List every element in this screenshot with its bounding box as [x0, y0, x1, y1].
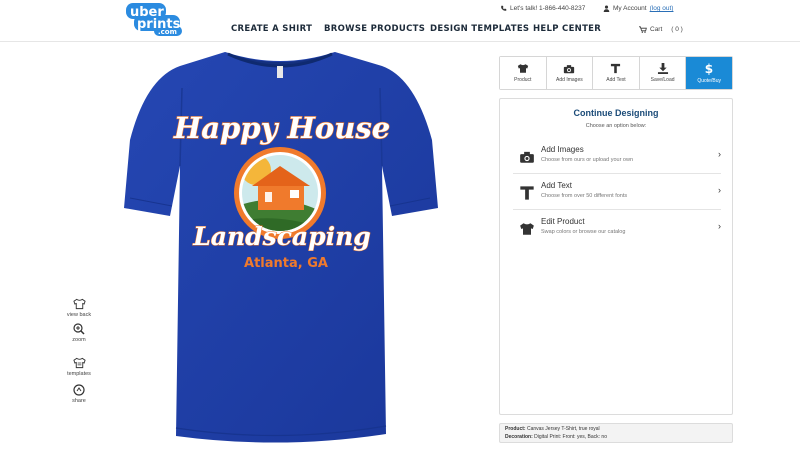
user-icon: [603, 5, 610, 12]
tool-add-text-label: Add Text: [606, 77, 626, 83]
cart-label: Cart: [650, 26, 663, 33]
tshirt-icon: [520, 223, 534, 235]
nav-browse-products[interactable]: BROWSE PRODUCTS: [324, 24, 425, 34]
tool-save-load-label: Save/Load: [650, 77, 675, 83]
view-back-label: view back: [66, 312, 92, 318]
dollar-icon: $: [705, 62, 713, 75]
tool-add-images-label: Add Images: [556, 76, 583, 83]
option-edit-product[interactable]: Edit Product Swap colors or browse our c…: [513, 211, 721, 246]
decoration-value: Digital Print: Front: yes, Back: no: [534, 433, 607, 440]
camera-icon: [520, 151, 534, 163]
design-line-1: Happy House: [173, 111, 390, 145]
product-info-box: Product: Canvas Jersey T-Shirt, true roy…: [499, 423, 733, 443]
phone-icon: [501, 5, 507, 11]
option-add-images[interactable]: Add Images Choose from ours or upload yo…: [513, 139, 721, 174]
templates-button[interactable]: templates: [60, 357, 98, 377]
option-edit-product-desc: Swap colors or browse our catalog: [541, 229, 626, 235]
tshirt-icon: [517, 64, 528, 73]
design-line-2: Landscaping: [192, 222, 371, 251]
continue-designing-panel: Continue Designing Choose an option belo…: [499, 98, 733, 415]
share-button[interactable]: share: [60, 384, 98, 404]
tool-save-load[interactable]: Save/Load: [639, 57, 687, 89]
phone-text: Let's talk! 1-866-440-8237: [510, 5, 586, 12]
view-back-button[interactable]: view back: [60, 298, 98, 318]
panel-title: Continue Designing: [573, 108, 659, 118]
tool-product-label: Product: [514, 77, 532, 83]
tool-add-images[interactable]: Add Images: [546, 57, 594, 89]
share-label: share: [72, 398, 86, 404]
cart-button[interactable]: Cart ( 0 ): [639, 26, 683, 33]
zoom-icon: [73, 323, 85, 335]
product-label: Product:: [505, 426, 526, 432]
decoration-line: Decoration: Digital Print: Front: yes, B…: [505, 434, 727, 442]
templates-icon: [72, 357, 86, 369]
cart-icon: [639, 26, 647, 33]
my-account-link[interactable]: My Account: [613, 5, 647, 12]
nav-design-templates[interactable]: DESIGN TEMPLATES: [430, 24, 529, 34]
text-icon: [611, 63, 621, 74]
chevron-right-icon: ›: [718, 185, 721, 195]
svg-text:.com: .com: [158, 28, 177, 36]
product-value: Canvas Jersey T-Shirt, true royal: [526, 426, 600, 432]
zoom-label: zoom: [72, 337, 86, 343]
tool-quote-buy[interactable]: $ Quote/Buy: [686, 57, 732, 89]
uberprints-logo[interactable]: uber prints .com: [124, 2, 186, 36]
chevron-right-icon: ›: [718, 221, 721, 231]
divider: [513, 173, 721, 174]
option-add-text[interactable]: Add Text Choose from over 50 different f…: [513, 175, 721, 210]
nav-help-center[interactable]: HELP CENTER: [533, 24, 601, 34]
chevron-right-icon: ›: [718, 149, 721, 159]
design-line-3: Atlanta, GA: [244, 256, 328, 271]
account-area: My Account (log out): [603, 5, 673, 12]
option-add-text-title: Add Text: [541, 181, 572, 190]
divider: [513, 209, 721, 210]
top-header: uber prints .com CREATE A SHIRT BROWSE P…: [0, 0, 800, 42]
cart-count: ( 0 ): [671, 26, 683, 33]
text-icon: [520, 186, 534, 200]
option-add-text-desc: Choose from over 50 different fonts: [541, 193, 628, 199]
phone-contact: Let's talk! 1-866-440-8237: [500, 5, 585, 12]
decoration-label: Decoration:: [505, 433, 533, 440]
svg-text:$: $: [705, 62, 713, 75]
option-add-images-title: Add Images: [541, 145, 584, 154]
option-edit-product-title: Edit Product: [541, 217, 585, 226]
product-line: Product: Canvas Jersey T-Shirt, true roy…: [505, 426, 727, 434]
tool-quote-buy-label: Quote/Buy: [697, 78, 721, 84]
shirt-preview[interactable]: Happy House Landscaping Atlanta, GA: [120, 48, 440, 448]
nav-create-a-shirt[interactable]: CREATE A SHIRT: [231, 24, 312, 34]
camera-icon: [564, 64, 575, 73]
tool-product[interactable]: Product: [500, 57, 547, 89]
tool-add-text[interactable]: Add Text: [593, 57, 640, 89]
download-icon: [657, 63, 668, 74]
tshirt-outline-icon: [72, 298, 86, 310]
tshirt-image: Happy House Landscaping Atlanta, GA: [124, 52, 438, 443]
logout-link[interactable]: (log out): [650, 5, 674, 12]
design-toolbar: Product Add Images Add Text Save/Load $ …: [499, 56, 733, 90]
panel-subtitle: Choose an option below:: [585, 123, 647, 129]
option-add-images-desc: Choose from ours or upload your own: [541, 157, 634, 163]
share-icon: [73, 384, 85, 396]
zoom-button[interactable]: zoom: [60, 323, 98, 343]
templates-label: templates: [67, 371, 91, 377]
